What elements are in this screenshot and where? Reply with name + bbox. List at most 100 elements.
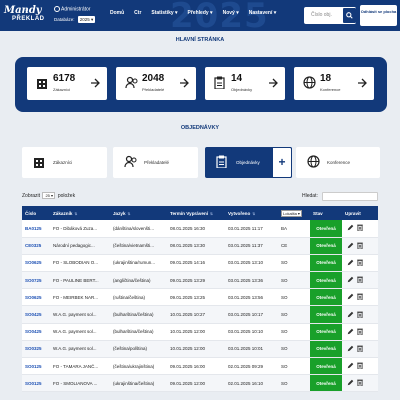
building-icon xyxy=(34,158,44,168)
location-cell: SO xyxy=(278,374,310,393)
nav-item-statistiky[interactable]: Statistiky ▾ xyxy=(151,10,177,16)
nav-item-ctr[interactable]: Ctr xyxy=(134,10,141,16)
col-header-jazyk[interactable]: Jazyk ⇅ xyxy=(110,206,167,220)
delete-icon[interactable] xyxy=(357,224,363,232)
table-row[interactable]: SO0125 FO - SMOLIANOVA ... (ukrajinština/č… xyxy=(22,374,378,393)
edit-icon[interactable] xyxy=(347,242,354,249)
arrow-right-icon xyxy=(91,78,100,88)
location-cell: SO xyxy=(278,357,310,376)
table-row[interactable]: SO0425 W.A.G. payment sol... (bulharština/… xyxy=(22,323,378,341)
delete-icon[interactable] xyxy=(357,379,363,387)
search-button[interactable] xyxy=(343,8,356,23)
delete-icon[interactable] xyxy=(357,242,363,250)
page-length-control: Zobrazit 25 ▾ položek xyxy=(22,192,76,199)
table-row[interactable]: SO0125 FO - TAMARA JANČ... (čeština/ukraji… xyxy=(22,357,378,376)
edit-icon[interactable] xyxy=(347,293,354,300)
edit-icon[interactable] xyxy=(347,379,354,386)
order-number-link[interactable]: SO0625 xyxy=(22,288,50,307)
location-cell: SO xyxy=(278,271,310,290)
nav-item-nastaveni[interactable]: Nastavení ▾ xyxy=(249,10,277,16)
customer-cell: FO - PAULINE BERT... xyxy=(50,271,110,290)
customer-cell: W.A.G. payment sol... xyxy=(50,305,110,324)
edit-icon[interactable] xyxy=(347,328,354,335)
delete-icon[interactable] xyxy=(357,362,363,370)
table-row[interactable]: SO0625 FO - MEIRBEK NAR... (ruština/češtin… xyxy=(22,288,378,307)
tab-translators[interactable]: Překladatelé xyxy=(113,147,198,178)
delete-icon[interactable] xyxy=(357,276,363,284)
tab-conferences[interactable]: Konference xyxy=(296,147,380,178)
customer-cell: FO - Dibáková Zuza... xyxy=(50,220,110,238)
order-number-link[interactable]: SO0125 xyxy=(22,357,50,376)
tab-customers[interactable]: Zákazníci xyxy=(22,147,107,178)
company-logo[interactable]: mm Mandy PŘEKLAD xyxy=(4,5,46,25)
created-cell: 03.01.2025 10:10 xyxy=(225,323,278,341)
deadline-cell: 09.01.2025 14:16 xyxy=(167,254,225,273)
order-number-link[interactable]: SO0425 xyxy=(22,323,50,341)
stat-card-conferences[interactable]: 18 Konference xyxy=(294,67,374,100)
language-cell: (ukrajinština/čeština) xyxy=(110,374,167,393)
location-cell: SO xyxy=(278,340,310,359)
order-number-link[interactable]: CE0325 xyxy=(22,237,50,255)
table-row[interactable]: SO0425 W.A.G. payment sol... (bulharština/… xyxy=(22,305,378,324)
delete-icon[interactable] xyxy=(357,311,363,318)
delete-icon[interactable] xyxy=(357,328,363,336)
lokalita-filter-select[interactable]: Lokalita ▾ xyxy=(281,209,302,217)
arrow-right-icon xyxy=(358,78,367,88)
col-header-vytvoreno[interactable]: Vytvořeno ⇅ xyxy=(225,206,278,220)
stat-card-translators[interactable]: 2048 Překladatelé xyxy=(116,67,196,100)
logout-button[interactable]: Odhlásit se plocha xyxy=(360,5,397,26)
users-icon xyxy=(125,76,138,89)
edit-icon[interactable] xyxy=(347,345,354,352)
language-cell: (čeština/ukrajinština) xyxy=(110,357,167,376)
search-input[interactable]: Číslo obj. xyxy=(311,12,332,18)
created-cell: 03.01.2025 13:36 xyxy=(225,271,278,290)
col-header-lokalita[interactable]: Lokalita ▾ xyxy=(278,206,310,220)
status-badge: Otevřená xyxy=(310,340,342,359)
customer-cell: W.A.G. payment sol... xyxy=(50,323,110,341)
nav-item-prehledy[interactable]: Přehledy ▾ xyxy=(188,10,213,16)
table-row[interactable]: BA0125 FO - Dibáková Zuza... (dánština/slo… xyxy=(22,220,378,238)
table-row[interactable]: CE0325 Národní pedagogic... (čeština/vietn… xyxy=(22,237,378,255)
edit-icon[interactable] xyxy=(347,259,354,266)
order-number-link[interactable]: BA0125 xyxy=(22,220,50,238)
stat-card-customers[interactable]: 6178 Zákazníci xyxy=(27,67,107,100)
top-navbar: 2025 mm Mandy PŘEKLAD Administrátor Data… xyxy=(0,0,400,31)
stat-card-orders[interactable]: 14 Objednávky xyxy=(205,67,285,100)
col-header-stav[interactable]: Stav xyxy=(310,206,342,220)
order-number-link[interactable]: SO0425 xyxy=(22,305,50,324)
add-order-button[interactable]: + xyxy=(272,147,292,178)
nav-item-novy[interactable]: Nový ▾ xyxy=(223,10,239,16)
delete-icon[interactable] xyxy=(357,293,363,301)
order-number-link[interactable]: SO0725 xyxy=(22,271,50,290)
language-cell: (ukrajinština/rumun... xyxy=(110,254,167,273)
status-badge: Otevřená xyxy=(310,323,342,341)
edit-icon[interactable] xyxy=(347,276,354,283)
page-length-select[interactable]: 25 ▾ xyxy=(42,192,56,199)
language-cell: (čeština/polština) xyxy=(110,340,167,359)
table-row[interactable]: SO0725 FO - PAULINE BERT... (angličtina/če… xyxy=(22,271,378,290)
page-title: HLAVNÍ STRÁNKA xyxy=(175,37,225,43)
customer-cell: W.A.G. payment sol... xyxy=(50,340,110,359)
delete-icon[interactable] xyxy=(357,345,363,353)
nav-item-domu[interactable]: Domů xyxy=(110,10,124,16)
edit-icon[interactable] xyxy=(347,362,354,369)
created-cell: 02.01.2025 16:10 xyxy=(225,374,278,393)
tab-orders[interactable]: Objednávky + xyxy=(205,147,292,178)
edit-icon[interactable] xyxy=(347,224,354,231)
clipboard-icon xyxy=(216,155,227,168)
col-header-termin[interactable]: Termín Vyprávení ⇅ xyxy=(167,206,225,220)
table-row[interactable]: SO0625 FO - SLOBODIAN O... (ukrajinština/r… xyxy=(22,254,378,273)
table-row[interactable]: SO0325 W.A.G. payment sol... (čeština/polš… xyxy=(22,340,378,359)
col-header-zakaznik[interactable]: Zákazník ⇅ xyxy=(50,206,110,220)
status-badge: Otevřená xyxy=(310,288,342,307)
delete-icon[interactable] xyxy=(357,259,363,267)
order-number-link[interactable]: SO0125 xyxy=(22,374,50,393)
database-select[interactable]: 2025 ▾ xyxy=(77,16,96,23)
arrow-right-icon xyxy=(269,78,278,88)
order-number-link[interactable]: SO0625 xyxy=(22,254,50,273)
table-search-input[interactable] xyxy=(322,192,378,201)
row-actions xyxy=(342,237,378,255)
col-header-cislo[interactable]: Číslo xyxy=(22,206,50,220)
edit-icon[interactable] xyxy=(347,311,354,318)
order-number-link[interactable]: SO0325 xyxy=(22,340,50,359)
